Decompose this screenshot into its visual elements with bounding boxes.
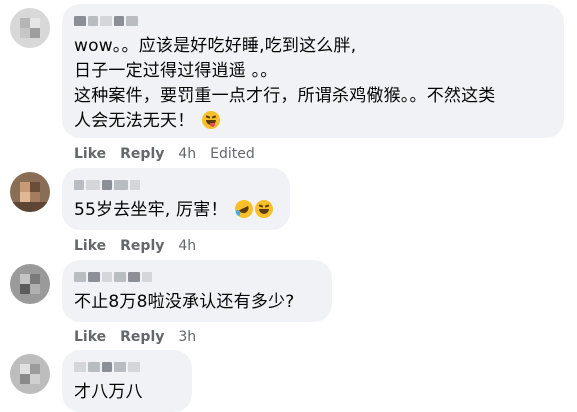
author-name[interactable] [74,360,180,374]
comment-text-line: 日子一定过得过得逍遥 。。 [74,61,278,81]
comment-text-line: 55岁去坐牢, 厉害！ [74,200,228,220]
grinning-squinting-tongue-emoji-icon [202,111,221,129]
comment-actions: Like Reply 4h Edited [74,145,269,163]
comment-text-line: 不止8万8啦没承认还有多少? [74,292,295,312]
comment-actions: Like Reply 3h [74,328,210,346]
comment-bubble: wow。。应该是好吃好睡,吃到这么胖, 日子一定过得过得逍遥 。。 这种案件，要… [62,4,564,138]
comment-text-line: 人会无法无天！ [74,111,195,131]
comment-bubble: 55岁去坐牢, 厉害！ [62,168,290,230]
comment-text-line: wow。。应该是好吃好睡,吃到这么胖, [74,36,357,56]
author-name[interactable] [74,270,320,284]
author-name[interactable] [74,14,552,28]
timestamp[interactable]: 3h [178,328,196,346]
avatar[interactable] [10,354,50,394]
comment-bubble: 不止8万8啦没承认还有多少? [62,260,332,322]
edited-label[interactable]: Edited [210,145,255,163]
avatar[interactable] [10,172,50,212]
comment-bubble: 才八万八 [62,350,192,412]
reply-button[interactable]: Reply [120,237,164,255]
comment-text-line-with-emoji: 人会无法无天！ [74,109,552,134]
reply-button[interactable]: Reply [120,145,164,163]
grinning-squinting-emoji-icon [255,200,274,218]
like-button[interactable]: Like [74,145,106,163]
rolling-laughing-emoji-icon [232,197,257,221]
like-button[interactable]: Like [74,237,106,255]
avatar[interactable] [10,8,50,48]
comment-actions: Like Reply 4h [74,237,210,255]
timestamp[interactable]: 4h [178,237,196,255]
author-name[interactable] [74,178,278,192]
reply-button[interactable]: Reply [120,328,164,346]
like-button[interactable]: Like [74,328,106,346]
comment-text-line: 才八万八 [74,382,143,402]
timestamp[interactable]: 4h [178,145,196,163]
comment-text-line: 这种案件，要罚重一点才行，所谓杀鸡儆猴。。不然这类 [74,86,496,106]
comment-text-line-with-emoji: 55岁去坐牢, 厉害！ [74,197,278,223]
avatar[interactable] [10,264,50,304]
